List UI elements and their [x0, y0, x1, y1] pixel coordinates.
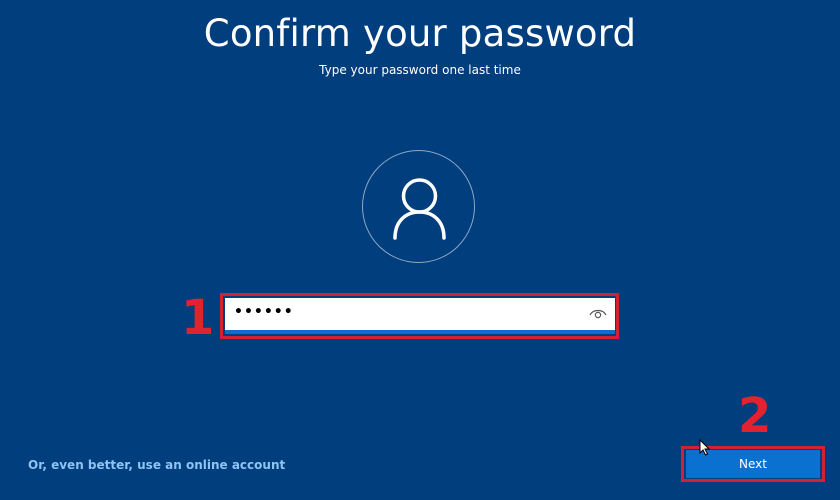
step-1-marker: 1	[181, 290, 215, 346]
password-input[interactable]: ••••••	[225, 298, 615, 334]
password-masked-value: ••••••	[234, 304, 294, 320]
step-2-marker: 2	[738, 388, 772, 444]
online-account-link[interactable]: Or, even better, use an online account	[28, 458, 285, 472]
mouse-cursor-icon	[699, 439, 711, 456]
user-icon	[393, 178, 446, 240]
page-subtitle: Type your password one last time	[319, 63, 521, 77]
page-title: Confirm your password	[203, 12, 637, 55]
eye-icon[interactable]	[589, 306, 607, 320]
avatar	[362, 150, 475, 263]
